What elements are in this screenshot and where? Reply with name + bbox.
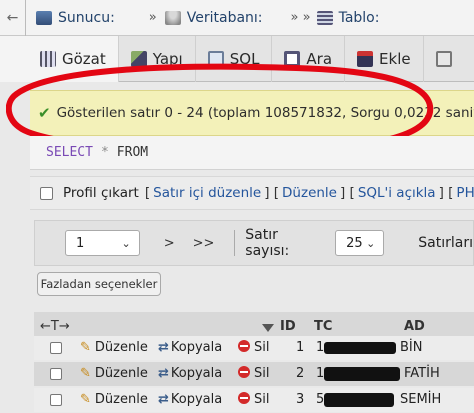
delete-icon: [238, 366, 250, 378]
copy-row-button[interactable]: ⇄ Kopyala: [158, 340, 222, 355]
tab-browse-label: Gözat: [62, 50, 106, 68]
tab-structure-label: Yapı: [152, 50, 183, 68]
database-icon: [164, 10, 181, 25]
delete-icon: [238, 340, 250, 352]
search-icon: [284, 51, 301, 67]
sql-from-keyword: FROM: [116, 145, 149, 160]
table-row: ✎ Düzenle ⇄ Kopyala Sil 1 1 BİN: [34, 336, 474, 360]
delete-row-button[interactable]: Sil: [238, 340, 269, 355]
tab-more[interactable]: [424, 36, 464, 82]
browse-icon: [40, 51, 56, 67]
tab-bar: Gözat Yapı SQL Ara Ekle: [0, 36, 474, 82]
sql-select-keyword: SELECT: [46, 145, 93, 160]
column-header-tc[interactable]: TC: [314, 319, 332, 334]
copy-icon: ⇄: [158, 340, 169, 355]
page-select[interactable]: 1 ⌄: [65, 230, 140, 256]
breadcrumb-separator-double: » »: [290, 10, 311, 25]
delete-row-button[interactable]: Sil: [238, 392, 269, 407]
success-message-text: Gösterilen satır 0 - 24 (toplam 10857183…: [56, 105, 474, 121]
copy-row-button[interactable]: ⇄ Kopyala: [158, 366, 222, 381]
delete-icon: [238, 392, 250, 404]
row-count-label: Satır sayısı:: [245, 227, 290, 259]
pencil-icon: ✎: [80, 392, 91, 407]
checkmark-icon: ✔: [38, 104, 51, 122]
column-header-id[interactable]: ID: [280, 319, 296, 334]
sql-star: *: [100, 145, 109, 160]
back-arrow-icon[interactable]: ←: [0, 0, 26, 36]
chevron-down-icon: ⌄: [121, 236, 131, 250]
tab-sql-label: SQL: [229, 50, 260, 68]
column-header-ad[interactable]: AD: [404, 319, 425, 334]
row-count-select[interactable]: 25 ⌄: [335, 230, 385, 256]
table-label: Tablo:: [338, 9, 380, 26]
delete-row-button[interactable]: Sil: [238, 366, 269, 381]
page-select-value: 1: [76, 235, 85, 251]
cell-id: 2: [296, 366, 305, 381]
explain-sql-link[interactable]: SQL'i açıkla: [358, 185, 436, 201]
redaction-mark: [324, 367, 400, 381]
server-label: Sunucu:: [58, 9, 115, 26]
breadcrumb-database[interactable]: Veritabanı:: [164, 9, 263, 26]
pagination-bar: 1 ⌄ > >> Satır sayısı: 25 ⌄ Satırları: [34, 220, 474, 266]
tab-sql[interactable]: SQL: [196, 36, 273, 82]
profile-checkbox[interactable]: [40, 186, 53, 200]
breadcrumb-server[interactable]: Sunucu:: [36, 10, 115, 26]
pencil-icon: ✎: [80, 340, 91, 355]
cell-id: 3: [296, 392, 305, 407]
more-icon: [435, 51, 452, 67]
inline-edit-link[interactable]: Satır içi düzenle: [153, 185, 261, 201]
table-row: ✎ Düzenle ⇄ Kopyala Sil 3 5 SEMİH: [34, 388, 474, 412]
nav-divider: [234, 230, 236, 256]
edit-row-button[interactable]: ✎ Düzenle: [80, 366, 148, 381]
breadcrumb-separator: »: [148, 10, 157, 25]
sql-icon: [207, 51, 224, 67]
row-count-value: 25: [346, 235, 363, 251]
chevron-down-icon: ⌄: [366, 236, 376, 250]
last-page-button[interactable]: >>: [193, 236, 215, 251]
breadcrumb-bar: ← Sunucu: » Veritabanı: » » Tablo:: [0, 0, 474, 36]
table-icon: [316, 10, 333, 25]
sql-query-box[interactable]: SELECT * FROM: [30, 136, 474, 170]
tab-search[interactable]: Ara: [272, 36, 346, 82]
php-code-link[interactable]: PHP kod: [456, 185, 474, 201]
sort-down-icon[interactable]: [262, 324, 274, 332]
cell-ad: FATİH: [404, 366, 440, 381]
next-page-button[interactable]: >: [164, 236, 175, 251]
breadcrumb-table[interactable]: Tablo:: [316, 9, 380, 26]
copy-icon: ⇄: [158, 392, 169, 407]
row-checkbox[interactable]: [50, 368, 62, 380]
row-checkbox[interactable]: [50, 342, 62, 354]
row-checkbox[interactable]: [50, 394, 62, 406]
copy-row-button[interactable]: ⇄ Kopyala: [158, 392, 222, 407]
edit-row-button[interactable]: ✎ Düzenle: [80, 340, 148, 355]
structure-icon: [130, 51, 147, 67]
tab-browse[interactable]: Gözat: [0, 36, 119, 82]
tab-insert-label: Ekle: [379, 50, 411, 68]
redaction-mark: [324, 393, 394, 407]
success-message: ✔ Gösterilen satır 0 - 24 (toplam 108571…: [30, 90, 474, 136]
cell-ad: BİN: [400, 340, 423, 355]
table-row: ✎ Düzenle ⇄ Kopyala Sil 2 1 FATİH: [34, 362, 474, 386]
database-label: Veritabanı:: [186, 9, 263, 26]
profile-label: Profil çıkart: [63, 185, 139, 201]
edit-row-button[interactable]: ✎ Düzenle: [80, 392, 148, 407]
tab-insert[interactable]: Ekle: [345, 36, 424, 82]
redaction-mark: [324, 342, 396, 354]
tab-structure[interactable]: Yapı: [119, 36, 196, 82]
query-options-bar: Profil çıkart [ Satır içi düzenle ] [ Dü…: [30, 176, 474, 210]
pencil-icon: ✎: [80, 366, 91, 381]
extra-options-button[interactable]: Fazladan seçenekler: [37, 272, 161, 296]
server-icon: [36, 10, 52, 25]
copy-icon: ⇄: [158, 366, 169, 381]
rows-label: Satırları: [418, 235, 473, 251]
cell-id: 1: [296, 340, 305, 355]
insert-icon: [357, 51, 374, 67]
tab-search-label: Ara: [306, 50, 333, 68]
cell-ad: SEMİH: [400, 392, 442, 407]
column-arrows[interactable]: ←T→: [40, 319, 70, 334]
edit-link[interactable]: Düzenle: [282, 185, 337, 201]
